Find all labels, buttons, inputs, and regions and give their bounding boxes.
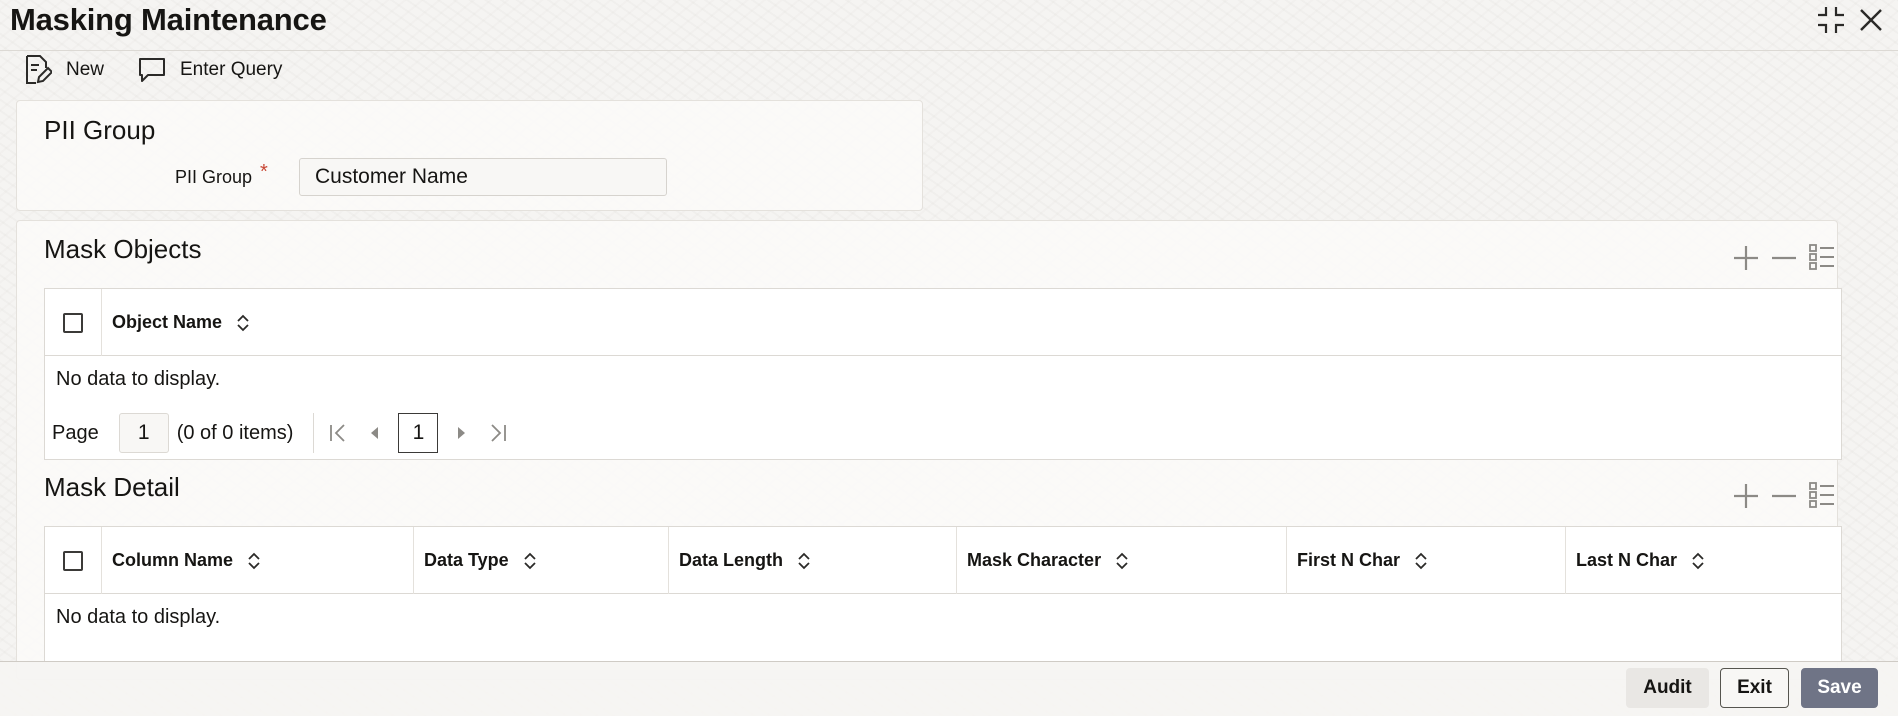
sort-icon[interactable] <box>523 551 537 571</box>
pii-group-label: PII Group <box>175 167 253 187</box>
list-settings-icon <box>1809 244 1834 270</box>
list-settings-icon <box>1809 482 1834 508</box>
select-all-cell <box>45 289 102 356</box>
select-all-checkbox[interactable] <box>63 312 83 333</box>
mask-objects-section-title: Mask Objects <box>44 234 202 264</box>
new-button[interactable]: New <box>24 52 104 88</box>
document-edit-icon <box>26 55 52 84</box>
sort-icon[interactable] <box>1691 551 1705 571</box>
column-header-label: Data Length <box>679 550 784 570</box>
detail-table-settings-button[interactable] <box>1807 480 1837 510</box>
mask-objects-header-row: Object Name <box>45 289 1841 356</box>
close-icon[interactable] <box>1856 5 1886 35</box>
mask-detail-table: Column Name Data Type Data Length Mask C… <box>44 526 1842 662</box>
column-header-object-name[interactable]: Object Name <box>102 289 1841 356</box>
footer-divider <box>0 661 1898 662</box>
delete-detail-row-button[interactable] <box>1769 481 1799 511</box>
empty-message: No data to display. <box>56 368 221 390</box>
page-title: Masking Maintenance <box>10 2 327 37</box>
required-indicator: * <box>260 161 268 183</box>
column-header-mask-character[interactable]: Mask Character <box>957 527 1287 594</box>
first-page-icon[interactable] <box>328 423 348 443</box>
column-header-label: Object Name <box>112 312 223 332</box>
save-button[interactable]: Save <box>1801 668 1878 708</box>
last-page-icon[interactable] <box>488 423 508 443</box>
empty-message: No data to display. <box>56 606 221 628</box>
column-header-label: Column Name <box>112 550 234 570</box>
minus-icon <box>1772 494 1796 498</box>
column-header-last-n-char[interactable]: Last N Char <box>1566 527 1841 594</box>
column-header-data-type[interactable]: Data Type <box>414 527 669 594</box>
select-all-checkbox[interactable] <box>63 550 83 571</box>
pii-group-section-title: PII Group <box>44 115 156 145</box>
sort-icon[interactable] <box>1414 551 1428 571</box>
sort-icon[interactable] <box>247 551 261 571</box>
speech-bubble-icon <box>139 58 165 82</box>
new-button-label: New <box>66 59 105 80</box>
header-divider <box>0 50 1898 51</box>
plus-icon <box>1734 246 1758 270</box>
items-count: (0 of 0 items) <box>176 421 294 444</box>
select-all-cell <box>45 527 102 594</box>
mask-detail-section-title: Mask Detail <box>44 472 180 502</box>
delete-row-button[interactable] <box>1769 243 1799 273</box>
pager-divider <box>313 413 315 453</box>
sort-icon[interactable] <box>797 551 811 571</box>
enter-query-button-label: Enter Query <box>180 59 283 80</box>
column-header-data-length[interactable]: Data Length <box>669 527 957 594</box>
pii-group-input[interactable]: Customer Name <box>299 158 667 196</box>
column-header-column-name[interactable]: Column Name <box>102 527 414 594</box>
minus-icon <box>1772 256 1796 260</box>
column-header-label: Mask Character <box>967 550 1102 570</box>
previous-page-icon[interactable] <box>368 423 380 443</box>
column-header-label: Data Type <box>424 550 509 570</box>
column-header-label: Last N Char <box>1576 550 1678 570</box>
column-header-first-n-char[interactable]: First N Char <box>1287 527 1566 594</box>
mask-objects-table: Object Name No data to display. Page 1 (… <box>44 288 1842 460</box>
page-label: Page <box>52 421 99 444</box>
page-number-input[interactable]: 1 <box>118 413 169 453</box>
plus-icon <box>1734 484 1758 508</box>
collapse-icon[interactable] <box>1816 5 1846 35</box>
pagination: Page 1 (0 of 0 items) 1 <box>52 412 508 454</box>
exit-button[interactable]: Exit <box>1720 668 1789 708</box>
enter-query-button[interactable]: Enter Query <box>138 52 282 88</box>
add-detail-row-button[interactable] <box>1731 481 1761 511</box>
audit-button[interactable]: Audit <box>1626 668 1709 708</box>
table-settings-button[interactable] <box>1807 242 1837 272</box>
footer-bar <box>0 662 1898 716</box>
sort-icon[interactable] <box>1115 551 1129 571</box>
next-page-icon[interactable] <box>456 423 468 443</box>
add-row-button[interactable] <box>1731 243 1761 273</box>
current-page-button[interactable]: 1 <box>398 413 439 453</box>
column-header-label: First N Char <box>1297 550 1401 570</box>
sort-icon[interactable] <box>236 313 250 333</box>
mask-detail-header-row: Column Name Data Type Data Length Mask C… <box>45 527 1841 594</box>
